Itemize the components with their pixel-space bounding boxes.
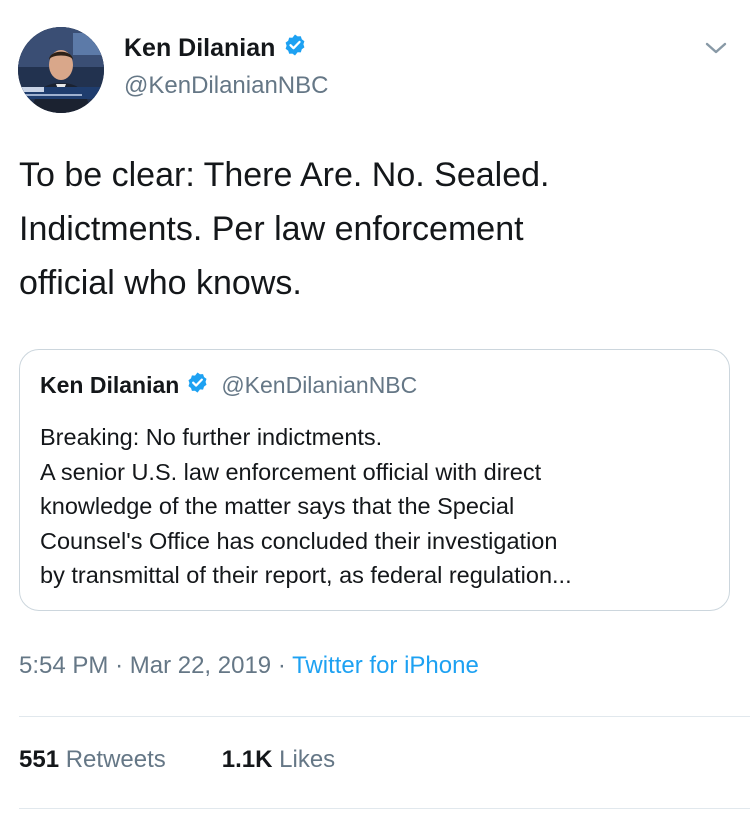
avatar-image [18, 27, 104, 113]
chevron-down-icon[interactable] [702, 36, 730, 60]
retweets-stat[interactable]: 551 Retweets [19, 746, 166, 774]
tweet-text: To be clear: There Are. No. Sealed. Indi… [19, 148, 719, 310]
meta-separator: · [115, 652, 124, 679]
likes-stat[interactable]: 1.1K Likes [222, 746, 335, 774]
tweet-text-line: official who knows. [19, 264, 302, 302]
quoted-text-line: knowledge of the matter says that the Sp… [40, 493, 515, 519]
likes-count: 1.1K [221, 746, 273, 773]
quoted-text-line: by transmittal of their report, as feder… [40, 562, 572, 588]
quoted-tweet-text: Breaking: No further indictments. A seni… [40, 420, 720, 593]
tweet-text-line: To be clear: There Are. No. Sealed. [19, 156, 550, 194]
quoted-text-line: A senior U.S. law enforcement official w… [40, 458, 542, 485]
avatar[interactable] [18, 27, 104, 113]
likes-label: Likes [279, 746, 336, 773]
quoted-text-line: Breaking: No further indictments. [40, 424, 383, 450]
verified-badge-icon [186, 371, 209, 399]
tweet-time[interactable]: 5:54 PM [19, 652, 108, 679]
tweet-text-line: Indictments. Per law enforcement [19, 210, 524, 248]
quoted-author-handle: @KenDilanianNBC [221, 371, 418, 398]
author-handle[interactable]: @KenDilanianNBC [124, 72, 328, 100]
verified-badge-icon [283, 33, 307, 64]
tweet-stats: 551 Retweets 1.1K Likes [19, 746, 391, 774]
tweet-meta: 5:54 PM · Mar 22, 2019 · Twitter for iPh… [19, 652, 479, 680]
quoted-tweet-card[interactable]: Ken Dilanian @KenDilanianNBC Breaking: N… [19, 349, 730, 611]
divider [19, 716, 750, 717]
tweet-source-link[interactable]: Twitter for iPhone [292, 652, 479, 679]
divider [19, 808, 750, 809]
tweet-date[interactable]: Mar 22, 2019 [130, 652, 271, 679]
quoted-text-line: Counsel's Office has concluded their inv… [40, 527, 558, 554]
retweets-count: 551 [19, 746, 60, 773]
meta-separator: · [277, 652, 286, 679]
quoted-tweet-header: Ken Dilanian @KenDilanianNBC [40, 371, 417, 399]
author-name-row[interactable]: Ken Dilanian [124, 33, 307, 64]
quoted-author-name: Ken Dilanian [40, 371, 180, 398]
author-name[interactable]: Ken Dilanian [124, 34, 275, 63]
retweets-label: Retweets [65, 746, 166, 773]
